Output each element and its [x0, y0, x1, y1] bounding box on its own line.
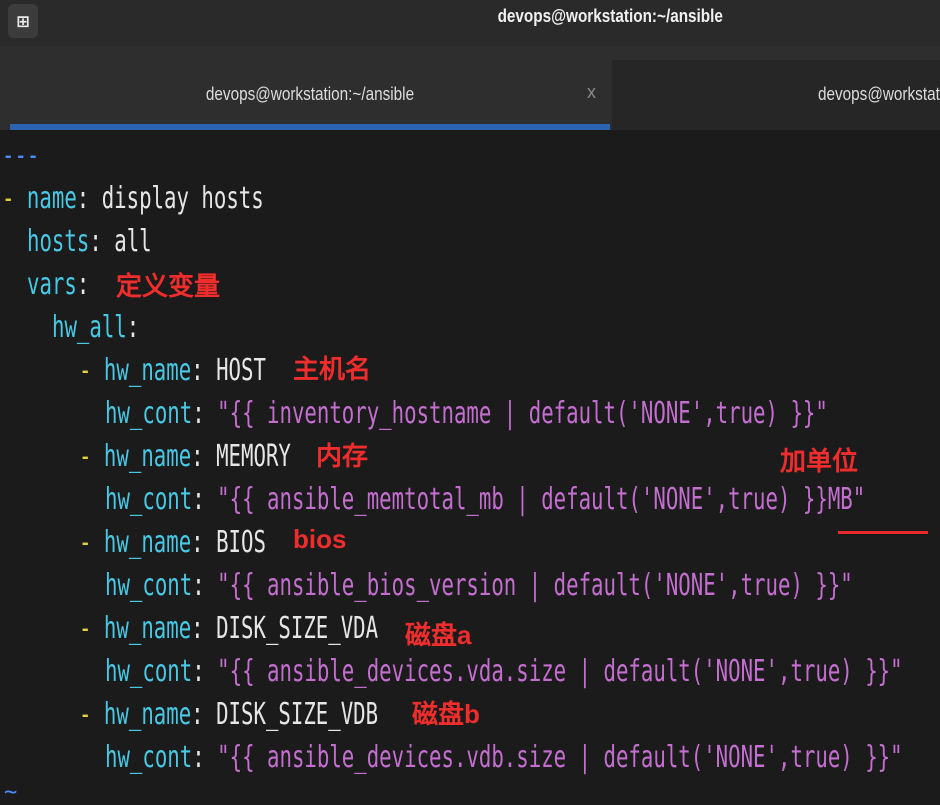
annotation-host: 主机名: [293, 354, 372, 384]
code-line-doc-start: ---: [2, 138, 40, 173]
code-line-vars: vars:: [27, 267, 90, 302]
annotation-bios: bios: [293, 524, 347, 554]
tab-ansible-active[interactable]: devops@workstation:~/ansible x: [10, 60, 610, 130]
code-line-hosts: hosts: all: [27, 224, 152, 259]
code-line-name: - name: display hosts: [2, 181, 264, 216]
code-line-hw-cont-vda: hw_cont: "{{ ansible_devices.vda.size | …: [105, 654, 903, 689]
code-line-hw-name-vda: - hw_name: DISK_SIZE_VDA: [79, 611, 379, 646]
annotation-unit: 加单位: [780, 446, 859, 476]
tab-ansible-second[interactable]: devops@workstati: [612, 60, 940, 130]
annotation-vdb: 磁盘b: [412, 699, 480, 729]
code-line-hw-name-bios: - hw_name: BIOS: [79, 525, 266, 560]
code-line-hw-all: hw_all:: [52, 310, 140, 345]
annotation-vda: 磁盘a: [405, 620, 472, 650]
empty-line-tilde: ~: [4, 780, 18, 805]
code-line-hw-name-memory: - hw_name: MEMORY: [79, 439, 291, 474]
window-titlebar: ⊞ devops@workstation:~/ansible: [0, 0, 940, 46]
code-line-hw-cont-memory: hw_cont: "{{ ansible_memtotal_mb | defau…: [105, 482, 866, 517]
code-line-hw-name-vdb: - hw_name: DISK_SIZE_VDB: [79, 697, 379, 732]
annotation-memory: 内存: [316, 441, 369, 471]
new-tab-icon: ⊞: [16, 9, 30, 33]
tab-strip: devops@workstation:~/ansible x devops@wo…: [0, 46, 940, 130]
code-line-hw-name-host: - hw_name: HOST: [79, 353, 266, 388]
annotation-vars: 定义变量: [116, 271, 221, 301]
code-line-hw-cont-vdb: hw_cont: "{{ ansible_devices.vdb.size | …: [105, 740, 903, 775]
annotation-underline: [838, 531, 928, 534]
window-title: devops@workstation:~/ansible: [497, 6, 723, 26]
code-line-hw-cont-host: hw_cont: "{{ inventory_hostname | defaul…: [105, 396, 828, 431]
code-line-hw-cont-bios: hw_cont: "{{ ansible_bios_version | defa…: [105, 568, 853, 603]
close-icon[interactable]: x: [587, 82, 596, 103]
tab-label: devops@workstati: [818, 84, 940, 104]
new-tab-button[interactable]: ⊞: [8, 4, 38, 38]
tab-label: devops@workstation:~/ansible: [205, 84, 415, 104]
